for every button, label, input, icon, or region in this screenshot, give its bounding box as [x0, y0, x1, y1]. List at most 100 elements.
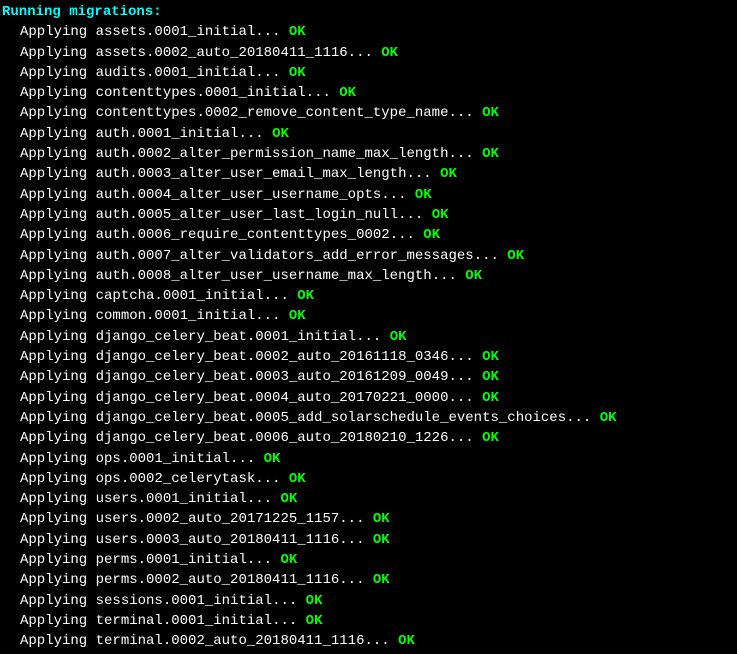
- status-ok: OK: [482, 105, 499, 121]
- migration-name: django_celery_beat.0005_add_solarschedul…: [96, 410, 566, 426]
- dots: ...: [339, 511, 373, 527]
- migration-name: users.0001_initial: [96, 491, 247, 507]
- migration-name: auth.0001_initial: [96, 126, 239, 142]
- dots: ...: [348, 45, 382, 61]
- migration-name: ops.0001_initial: [96, 451, 230, 467]
- applying-prefix: Applying: [20, 187, 96, 203]
- applying-prefix: Applying: [20, 227, 96, 243]
- migration-name: ops.0002_celerytask: [96, 471, 256, 487]
- migration-name: auth.0008_alter_user_username_max_length: [96, 268, 432, 284]
- status-ok: OK: [297, 288, 314, 304]
- status-ok: OK: [289, 471, 306, 487]
- migration-line: Applying django_celery_beat.0001_initial…: [0, 327, 737, 347]
- migration-name: perms.0001_initial: [96, 552, 247, 568]
- migration-line: Applying auth.0002_alter_permission_name…: [0, 144, 737, 164]
- migration-name: terminal.0001_initial: [96, 613, 272, 629]
- applying-prefix: Applying: [20, 126, 96, 142]
- migration-name: auth.0003_alter_user_email_max_length: [96, 166, 407, 182]
- status-ok: OK: [306, 613, 323, 629]
- applying-prefix: Applying: [20, 593, 96, 609]
- dots: ...: [448, 349, 482, 365]
- status-ok: OK: [465, 268, 482, 284]
- migration-line: Applying django_celery_beat.0003_auto_20…: [0, 367, 737, 387]
- applying-prefix: Applying: [20, 572, 96, 588]
- status-ok: OK: [482, 369, 499, 385]
- migration-name: auth.0004_alter_user_username_opts: [96, 187, 382, 203]
- migration-name: auth.0007_alter_validators_add_error_mes…: [96, 248, 474, 264]
- dots: ...: [230, 451, 264, 467]
- status-ok: OK: [289, 308, 306, 324]
- migration-line: Applying perms.0002_auto_20180411_1116..…: [0, 570, 737, 590]
- status-ok: OK: [280, 552, 297, 568]
- status-ok: OK: [381, 45, 398, 61]
- migration-name: auth.0002_alter_permission_name_max_leng…: [96, 146, 449, 162]
- migration-name: audits.0001_initial: [96, 65, 256, 81]
- migration-name: django_celery_beat.0002_auto_20161118_03…: [96, 349, 449, 365]
- applying-prefix: Applying: [20, 491, 96, 507]
- migration-line: Applying captcha.0001_initial... OK: [0, 286, 737, 306]
- migration-line: Applying auth.0008_alter_user_username_m…: [0, 266, 737, 286]
- applying-prefix: Applying: [20, 85, 96, 101]
- migration-line: Applying auth.0001_initial... OK: [0, 124, 737, 144]
- dots: ...: [448, 369, 482, 385]
- dots: ...: [390, 227, 424, 243]
- dots: ...: [381, 187, 415, 203]
- migration-line: Applying terminal.0002_auto_20180411_111…: [0, 631, 737, 651]
- migration-name: assets.0002_auto_20180411_1116: [96, 45, 348, 61]
- status-ok: OK: [482, 146, 499, 162]
- dots: ...: [448, 105, 482, 121]
- dots: ...: [255, 308, 289, 324]
- status-ok: OK: [373, 511, 390, 527]
- status-ok: OK: [373, 572, 390, 588]
- migration-name: django_celery_beat.0003_auto_20161209_00…: [96, 369, 449, 385]
- dots: ...: [247, 552, 281, 568]
- dots: ...: [448, 146, 482, 162]
- migration-line: Applying assets.0002_auto_20180411_1116.…: [0, 43, 737, 63]
- migration-line: Applying auth.0006_require_contenttypes_…: [0, 225, 737, 245]
- migration-name: django_celery_beat.0001_initial: [96, 329, 356, 345]
- dots: ...: [339, 572, 373, 588]
- status-ok: OK: [600, 410, 617, 426]
- applying-prefix: Applying: [20, 268, 96, 284]
- status-ok: OK: [440, 166, 457, 182]
- applying-prefix: Applying: [20, 613, 96, 629]
- dots: ...: [255, 24, 289, 40]
- migration-name: auth.0006_require_contenttypes_0002: [96, 227, 390, 243]
- applying-prefix: Applying: [20, 430, 96, 446]
- applying-prefix: Applying: [20, 248, 96, 264]
- status-ok: OK: [306, 593, 323, 609]
- dots: ...: [406, 166, 440, 182]
- applying-prefix: Applying: [20, 369, 96, 385]
- status-ok: OK: [373, 532, 390, 548]
- status-ok: OK: [264, 451, 281, 467]
- migration-name: users.0002_auto_20171225_1157: [96, 511, 340, 527]
- migration-line: Applying django_celery_beat.0006_auto_20…: [0, 428, 737, 448]
- migration-line: Applying common.0001_initial... OK: [0, 306, 737, 326]
- applying-prefix: Applying: [20, 511, 96, 527]
- applying-prefix: Applying: [20, 308, 96, 324]
- migration-line: Applying django_celery_beat.0004_auto_20…: [0, 388, 737, 408]
- dots: ...: [448, 430, 482, 446]
- applying-prefix: Applying: [20, 552, 96, 568]
- migrations-header: Running migrations:: [0, 2, 737, 22]
- dots: ...: [339, 532, 373, 548]
- migration-name: captcha.0001_initial: [96, 288, 264, 304]
- migration-name: assets.0001_initial: [96, 24, 256, 40]
- dots: ...: [247, 491, 281, 507]
- dots: ...: [272, 593, 306, 609]
- applying-prefix: Applying: [20, 166, 96, 182]
- applying-prefix: Applying: [20, 146, 96, 162]
- applying-prefix: Applying: [20, 65, 96, 81]
- migration-name: contenttypes.0002_remove_content_type_na…: [96, 105, 449, 121]
- status-ok: OK: [482, 390, 499, 406]
- dots: ...: [272, 613, 306, 629]
- status-ok: OK: [289, 24, 306, 40]
- applying-prefix: Applying: [20, 45, 96, 61]
- migration-line: Applying sessions.0001_initial... OK: [0, 591, 737, 611]
- dots: ...: [255, 65, 289, 81]
- dots: ...: [306, 85, 340, 101]
- applying-prefix: Applying: [20, 207, 96, 223]
- applying-prefix: Applying: [20, 410, 96, 426]
- applying-prefix: Applying: [20, 390, 96, 406]
- status-ok: OK: [415, 187, 432, 203]
